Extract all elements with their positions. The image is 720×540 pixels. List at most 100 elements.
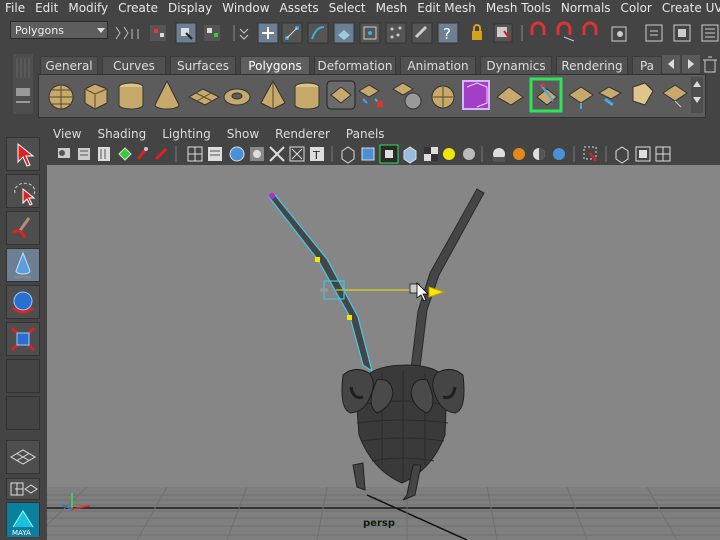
- menu-mesh-tools[interactable]: Mesh Tools: [481, 0, 556, 16]
- smooth-icon[interactable]: [462, 80, 490, 110]
- wedge-face-icon[interactable]: [662, 84, 688, 108]
- 2d-pan-zoom-icon[interactable]: [118, 147, 132, 161]
- field-chart-icon[interactable]: [635, 146, 651, 162]
- insect-head-mesh[interactable]: [341, 364, 465, 501]
- menu-modify[interactable]: Modify: [63, 0, 113, 16]
- xray-components-icon[interactable]: [403, 146, 417, 164]
- camera-bookmark-icon[interactable]: [78, 148, 90, 160]
- panel-menu-panels[interactable]: Panels: [341, 127, 390, 141]
- panel-menu-shading[interactable]: Shading: [92, 127, 151, 141]
- booleans-icon[interactable]: [431, 85, 455, 109]
- menu-normals[interactable]: Normals: [556, 0, 616, 16]
- isolate-select-icon[interactable]: [341, 146, 355, 164]
- append-polygon-icon[interactable]: [632, 82, 654, 106]
- camera-attributes-icon[interactable]: [58, 148, 70, 158]
- bridge-icon[interactable]: [597, 86, 623, 107]
- poly-plane-icon[interactable]: [187, 88, 221, 106]
- menu-assets[interactable]: Assets: [275, 0, 324, 16]
- menu-mesh[interactable]: Mesh: [371, 0, 413, 16]
- wireframe-on-shaded-icon[interactable]: [229, 146, 245, 162]
- wireframe-icon[interactable]: [187, 146, 203, 162]
- menu-color[interactable]: Color: [616, 0, 657, 16]
- extract-icon[interactable]: [392, 82, 422, 110]
- trash-icon[interactable]: [703, 56, 717, 73]
- shelf-scroll[interactable]: [691, 77, 703, 113]
- rotate-tool[interactable]: [6, 285, 40, 319]
- poly-pipe-icon[interactable]: [294, 82, 320, 110]
- chevron-right-icon[interactable]: [682, 55, 700, 73]
- textured-icon[interactable]: [250, 147, 264, 161]
- menu-create[interactable]: Create: [113, 0, 163, 16]
- mirror-geometry-icon[interactable]: [496, 86, 524, 106]
- selected-lights-icon[interactable]: [513, 148, 525, 160]
- split-polygon-icon[interactable]: [529, 77, 563, 113]
- left-antenna[interactable]: [267, 193, 374, 373]
- single-perspective-layout-icon[interactable]: [6, 440, 40, 474]
- smooth-shade-icon[interactable]: [208, 147, 222, 161]
- film-gate-icon[interactable]: [154, 147, 168, 161]
- perspective-viewport[interactable]: persp: [47, 165, 720, 540]
- combine-icon[interactable]: [326, 80, 356, 110]
- xray-joints-icon[interactable]: [379, 144, 399, 164]
- tab-more[interactable]: Pa: [632, 56, 662, 74]
- four-view-layout-icon[interactable]: [6, 478, 40, 500]
- paint-select-tool[interactable]: [6, 211, 40, 245]
- tab-deformation[interactable]: Deformation: [314, 56, 396, 74]
- panel-menu-show[interactable]: Show: [222, 127, 264, 141]
- panel-menu-view[interactable]: View: [48, 127, 86, 141]
- scale-tool[interactable]: [6, 322, 40, 356]
- resolution-gate-icon[interactable]: [615, 146, 629, 164]
- menu-edit-mesh[interactable]: Edit Mesh: [412, 0, 481, 16]
- no-lights-icon[interactable]: [493, 148, 505, 162]
- toolbox: MAYA: [3, 130, 43, 540]
- extrude-icon[interactable]: [568, 86, 594, 109]
- menu-select[interactable]: Select: [324, 0, 371, 16]
- poly-pyramid-icon[interactable]: [260, 79, 286, 110]
- select-tool[interactable]: [6, 137, 40, 171]
- xray-icon[interactable]: [361, 147, 375, 161]
- separate-icon[interactable]: [358, 84, 383, 107]
- highlight-selection-icon[interactable]: [583, 146, 597, 162]
- main-menu-bar: File Edit Modify Create Display Window A…: [0, 0, 720, 16]
- poly-sphere-icon[interactable]: [48, 84, 74, 110]
- default-light-icon[interactable]: [443, 148, 455, 160]
- shelf: General Curves Surfaces Polygons Deforma…: [0, 52, 720, 118]
- menu-file[interactable]: File: [0, 0, 30, 16]
- menu-create-uvs[interactable]: Create UVs: [657, 0, 720, 16]
- move-tool[interactable]: [6, 248, 40, 282]
- use-all-lights-icon[interactable]: [269, 146, 285, 162]
- poly-cube-icon[interactable]: [84, 83, 108, 110]
- text-icon[interactable]: T: [310, 147, 324, 162]
- tab-polygons[interactable]: Polygons: [240, 56, 310, 74]
- chevron-left-icon[interactable]: [662, 55, 680, 73]
- tab-surfaces[interactable]: Surfaces: [170, 56, 236, 74]
- lasso-tool[interactable]: [6, 174, 40, 208]
- image-plane-icon[interactable]: [98, 147, 110, 161]
- tab-curves[interactable]: Curves: [102, 56, 166, 74]
- select-vertex-icon: [257, 22, 279, 44]
- menu-edit[interactable]: Edit: [30, 0, 63, 16]
- poly-cylinder-icon[interactable]: [118, 82, 144, 110]
- shelf-handle[interactable]: [10, 54, 36, 116]
- tab-dynamics[interactable]: Dynamics: [480, 56, 552, 74]
- menu-display[interactable]: Display: [163, 0, 217, 16]
- checker-icon[interactable]: [424, 147, 438, 161]
- panel-menu-renderer[interactable]: Renderer: [270, 127, 335, 141]
- panel-menu-lighting[interactable]: Lighting: [157, 127, 216, 141]
- flat-lights-icon[interactable]: [533, 148, 545, 160]
- tab-rendering[interactable]: Rendering: [556, 56, 628, 74]
- shadows-icon[interactable]: [289, 146, 305, 162]
- camera-label: persp: [363, 518, 395, 529]
- poly-cone-icon[interactable]: [154, 79, 180, 110]
- menu-set-dropdown[interactable]: Polygons: [10, 21, 108, 39]
- menu-window[interactable]: Window: [217, 0, 274, 16]
- tab-animation[interactable]: Animation: [400, 56, 476, 74]
- all-lights-icon[interactable]: [463, 148, 475, 160]
- tab-general[interactable]: General: [40, 56, 98, 74]
- poly-torus-icon[interactable]: [223, 88, 251, 106]
- safe-action-icon[interactable]: [655, 146, 671, 162]
- last-tool-slot[interactable]: [6, 359, 40, 393]
- grease-pencil-icon[interactable]: [136, 147, 148, 160]
- ambient-occlusion-icon[interactable]: [553, 148, 565, 160]
- right-antenna[interactable]: [410, 188, 485, 370]
